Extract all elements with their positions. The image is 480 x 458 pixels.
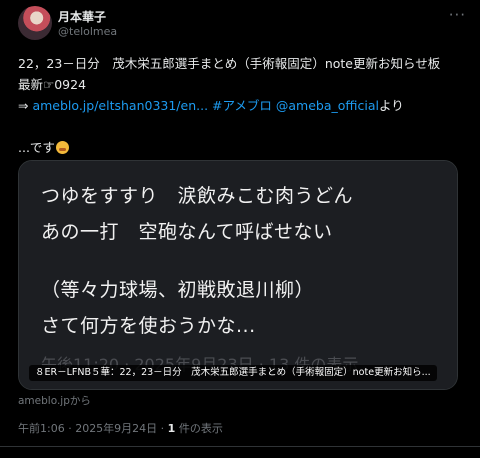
tweet-text-line: ⇒ ameblo.jp/eltshan0331/en... #アメブロ @ame… xyxy=(18,95,466,116)
tweet-text-line: 最新☞0924 xyxy=(18,77,87,92)
ellipsis-text: ...です xyxy=(18,140,55,155)
hashtag-link[interactable]: #アメブロ xyxy=(212,98,272,113)
card-image-text: あの一打 空砲なんて呼ばせない xyxy=(41,221,333,243)
card-image-text: つゆをすすり 涙飲みこむ肉うどん xyxy=(41,185,354,207)
ameblo-link[interactable]: ameblo.jp/eltshan0331/en... xyxy=(32,98,208,113)
tweet-text-line: ...です xyxy=(18,137,466,158)
tweet[interactable]: 月本華子 @telolmea ··· 22，23－日分 茂木栄五郎選手まとめ（手… xyxy=(0,0,480,458)
more-options-icon[interactable]: ··· xyxy=(449,6,466,24)
link-suffix: より xyxy=(378,98,404,113)
arrow-prefix: ⇒ xyxy=(18,98,33,113)
mention-link[interactable]: @ameba_official xyxy=(276,98,379,113)
crying-face-emoji-icon xyxy=(55,141,69,154)
card-source[interactable]: ameblo.jpから xyxy=(18,393,91,408)
author-name[interactable]: 月本華子 xyxy=(58,8,106,25)
tweet-text: 22，23－日分 茂木栄五郎選手まとめ（手術報固定）note更新お知らせ板 最新… xyxy=(18,53,466,158)
avatar[interactable] xyxy=(18,6,52,40)
card-image-text: さて何方を使おうかな... xyxy=(41,315,256,337)
link-card[interactable]: つゆをすすり 涙飲みこむ肉うどん あの一打 空砲なんて呼ばせない （等々力球場、… xyxy=(18,160,458,390)
tweet-text-line: 22，23－日分 茂木栄五郎選手まとめ（手術報固定）note更新お知らせ板 xyxy=(18,56,441,71)
views-label: 件の表示 xyxy=(175,422,223,435)
author-handle[interactable]: @telolmea xyxy=(58,25,117,38)
card-image-text: （等々力球場、初戦敗退川柳） xyxy=(41,279,315,301)
tweet-meta: 午前1:06 · 2025年9月24日 · 1 件の表示 xyxy=(18,420,223,436)
card-image: つゆをすすり 涙飲みこむ肉うどん あの一打 空砲なんて呼ばせない （等々力球場、… xyxy=(19,161,457,389)
divider xyxy=(0,446,480,447)
card-title[interactable]: ８ER－LFNB５華：22，23－日分 茂木栄五郎選手まとめ（手術報固定）not… xyxy=(29,365,437,381)
timestamp[interactable]: 午前1:06 · 2025年9月24日 · xyxy=(18,422,168,435)
